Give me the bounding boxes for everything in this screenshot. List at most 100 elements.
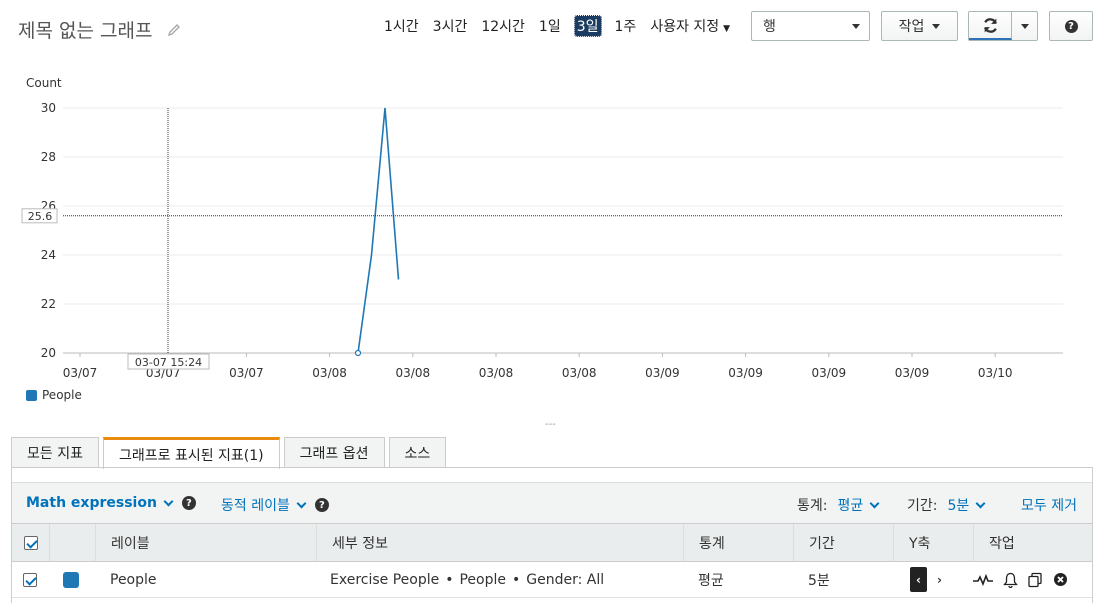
dropdown-arrow-icon [1020, 23, 1029, 29]
header-stat[interactable]: 통계 [683, 524, 793, 561]
actions-button-label: 작업 [898, 19, 925, 35]
x-tick-label: 03/08 [396, 366, 431, 380]
y-tick-label: 30 [41, 101, 56, 115]
y-tick-label: 22 [41, 297, 56, 311]
color-header [49, 524, 95, 561]
period-label: 기간: [907, 498, 938, 514]
tab-all-metrics[interactable]: 모든 지표 [11, 437, 99, 468]
grid-lines [63, 107, 1063, 354]
y-axis-right-button[interactable]: › [937, 573, 942, 587]
time-range-custom-label: 사용자 지정 [650, 19, 720, 35]
view-type-value: 행 [763, 19, 776, 35]
refresh-button[interactable] [969, 12, 1012, 40]
series-lines [354, 107, 400, 357]
refresh-button-group [968, 11, 1038, 41]
view-type-select[interactable]: 행 [751, 11, 870, 41]
row-period[interactable]: 5분 [808, 562, 830, 597]
x-tick-label: 03/10 [978, 366, 1013, 380]
caret-down-icon: ▼ [723, 24, 731, 34]
help-icon[interactable]: ? [181, 496, 196, 510]
period-selector[interactable]: 기간: 5분 [907, 495, 986, 515]
row-actions [972, 562, 1068, 597]
refresh-icon [983, 17, 997, 33]
stat-value: 평균 [837, 498, 864, 514]
dynamic-label-text: 동적 레이블 [221, 498, 290, 514]
line-chart[interactable]: Count 202224262830 03/07 03/07 03/07 03/08 0… [0, 60, 1100, 420]
x-tick-label: 03/08 [312, 366, 347, 380]
row-checkbox[interactable] [23, 572, 37, 587]
y-tick-label: 28 [41, 150, 56, 164]
header-actions: 작업 [973, 524, 1092, 561]
series-color-swatch[interactable] [63, 571, 79, 588]
bullet-separator: • [512, 571, 521, 588]
time-range-3h[interactable]: 3시간 [433, 16, 468, 36]
crosshair-x-value: 03-07 15:24 [135, 356, 202, 369]
copy-icon[interactable] [1027, 572, 1044, 588]
graph-title[interactable]: 제목 없는 그래프 [18, 16, 152, 43]
dropdown-arrow-icon [852, 23, 860, 29]
header-details[interactable]: 세부 정보 [316, 524, 683, 561]
chevron-down-icon [296, 498, 307, 508]
x-tick-label: 03/09 [812, 366, 847, 380]
time-range-selector: 1시간 3시간 12시간 1일 3일 1주 사용자 지정 ▼ [384, 15, 744, 37]
remove-icon[interactable] [1053, 572, 1068, 587]
graph-header: 제목 없는 그래프 1시간 3시간 12시간 1일 3일 1주 사용자 지정 ▼ … [0, 0, 1100, 60]
help-icon[interactable]: ? [314, 498, 329, 512]
metrics-toolbar: Math expression ? 동적 레이블 ? 통계: 평균 기간: 5분… [12, 482, 1092, 524]
y-axis-label: Count [26, 76, 62, 90]
legend-label[interactable]: People [42, 388, 82, 402]
dropdown-arrow-icon [932, 23, 941, 29]
row-details: Exercise People • People • Gender: All [330, 562, 604, 597]
series-line-people [357, 107, 400, 354]
pencil-icon[interactable] [166, 22, 182, 38]
dynamic-label-dropdown[interactable]: 동적 레이블 ? [221, 495, 329, 515]
tab-source[interactable]: 소스 [388, 437, 447, 468]
tab-graphed-metrics[interactable]: 그래프로 표시된 지표(1) [102, 437, 280, 469]
select-all-cell [12, 524, 49, 561]
period-value: 5분 [947, 498, 970, 514]
time-range-1d[interactable]: 1일 [539, 16, 561, 36]
help-button[interactable]: ? [1049, 11, 1093, 41]
chart-legend: People [26, 388, 82, 402]
resize-handle[interactable]: --- [545, 419, 556, 430]
stat-selector[interactable]: 통계: 평균 [797, 495, 880, 515]
time-range-3d[interactable]: 3일 [573, 15, 602, 37]
chevron-down-icon [975, 498, 986, 508]
actions-button[interactable]: 작업 [881, 11, 958, 41]
x-tick-label: 03/09 [728, 366, 763, 380]
crosshair: 25.6 03-07 15:24 [21, 108, 1063, 370]
help-icon: ? [1064, 19, 1078, 33]
y-axis-left-button[interactable]: ‹ [910, 567, 927, 592]
header-period[interactable]: 기간 [793, 524, 893, 561]
time-range-1w[interactable]: 1주 [615, 16, 637, 36]
header-y-axis: Y축 [893, 524, 973, 561]
x-tick-label: 03/09 [895, 366, 930, 380]
y-tick-label: 20 [41, 346, 56, 360]
x-tick-label: 03/08 [562, 366, 597, 380]
chevron-down-icon [163, 496, 174, 506]
row-label[interactable]: People [110, 562, 157, 597]
x-tick-label: 03/09 [645, 366, 680, 380]
crosshair-y-value: 25.6 [28, 210, 53, 223]
select-all-checkbox[interactable] [23, 535, 38, 550]
bullet-separator: • [445, 571, 454, 588]
x-tick-label: 03/07 [229, 366, 264, 380]
bell-icon[interactable] [1003, 572, 1018, 588]
details-metric: People [459, 571, 506, 588]
time-range-1h[interactable]: 1시간 [384, 16, 419, 36]
stat-label: 통계: [797, 498, 828, 514]
graph-metric-icon[interactable] [972, 573, 994, 587]
row-select-cell [23, 562, 37, 597]
math-expression-label: Math expression [26, 495, 157, 511]
header-label[interactable]: 레이블 [95, 524, 316, 561]
details-namespace: Exercise People [330, 571, 440, 588]
time-range-12h[interactable]: 12시간 [481, 16, 525, 36]
legend-swatch [26, 389, 37, 401]
remove-all-button[interactable]: 모두 제거 [1021, 495, 1077, 515]
metrics-tabs: 모든 지표 그래프로 표시된 지표(1) 그래프 옵션 소스 [11, 437, 447, 469]
refresh-options-dropdown[interactable] [1012, 23, 1037, 29]
row-stat[interactable]: 평균 [698, 562, 724, 597]
math-expression-dropdown[interactable]: Math expression ? [26, 495, 196, 511]
tab-graph-options[interactable]: 그래프 옵션 [283, 437, 385, 468]
time-range-custom[interactable]: 사용자 지정 ▼ [650, 16, 730, 36]
